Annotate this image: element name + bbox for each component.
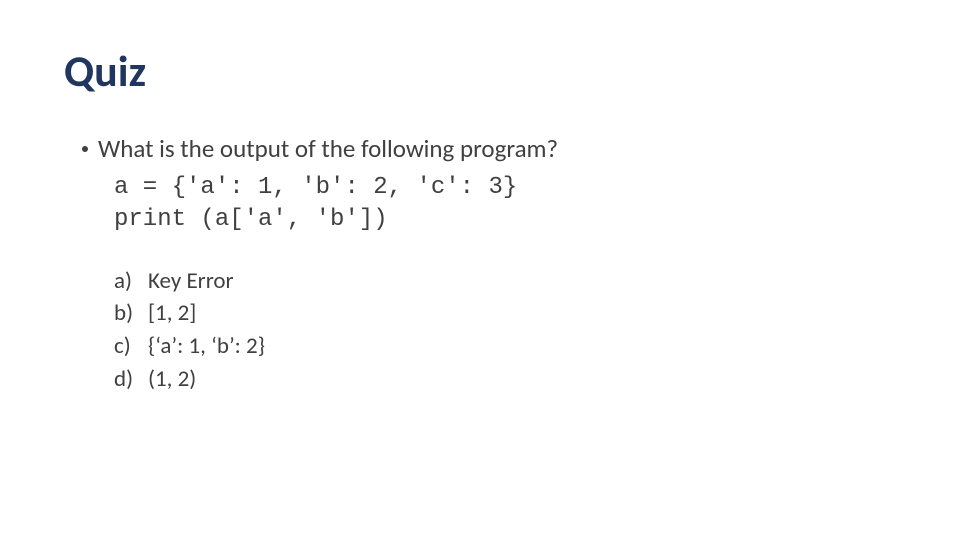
code-line: a = {'a': 1, 'b': 2, 'c': 3}: [114, 174, 517, 201]
option-text: {‘a’: 1, ‘b’: 2}: [148, 330, 896, 363]
bullet-dot-icon: [82, 146, 88, 152]
option-letter: c): [114, 330, 148, 363]
question-text: What is the output of the following prog…: [98, 132, 896, 166]
option-b: b) [1, 2]: [114, 297, 896, 330]
answer-options: a) Key Error b) [1, 2] c) {‘a’: 1, ‘b’: …: [114, 265, 896, 396]
slide-title: Quiz: [64, 44, 896, 98]
option-text: [1, 2]: [148, 297, 896, 330]
option-a: a) Key Error: [114, 265, 896, 298]
option-text: Key Error: [148, 265, 896, 298]
option-c: c) {‘a’: 1, ‘b’: 2}: [114, 330, 896, 363]
slide-body: What is the output of the following prog…: [64, 132, 896, 395]
question-bullet: What is the output of the following prog…: [64, 132, 896, 166]
slide: Quiz What is the output of the following…: [0, 0, 960, 540]
option-d: d) (1, 2): [114, 363, 896, 396]
option-letter: a): [114, 265, 148, 298]
option-text: (1, 2): [148, 363, 896, 396]
code-line: print (a['a', 'b']): [114, 206, 388, 233]
code-block: a = {'a': 1, 'b': 2, 'c': 3} print (a['a…: [114, 172, 896, 237]
option-letter: d): [114, 363, 148, 396]
option-letter: b): [114, 297, 148, 330]
